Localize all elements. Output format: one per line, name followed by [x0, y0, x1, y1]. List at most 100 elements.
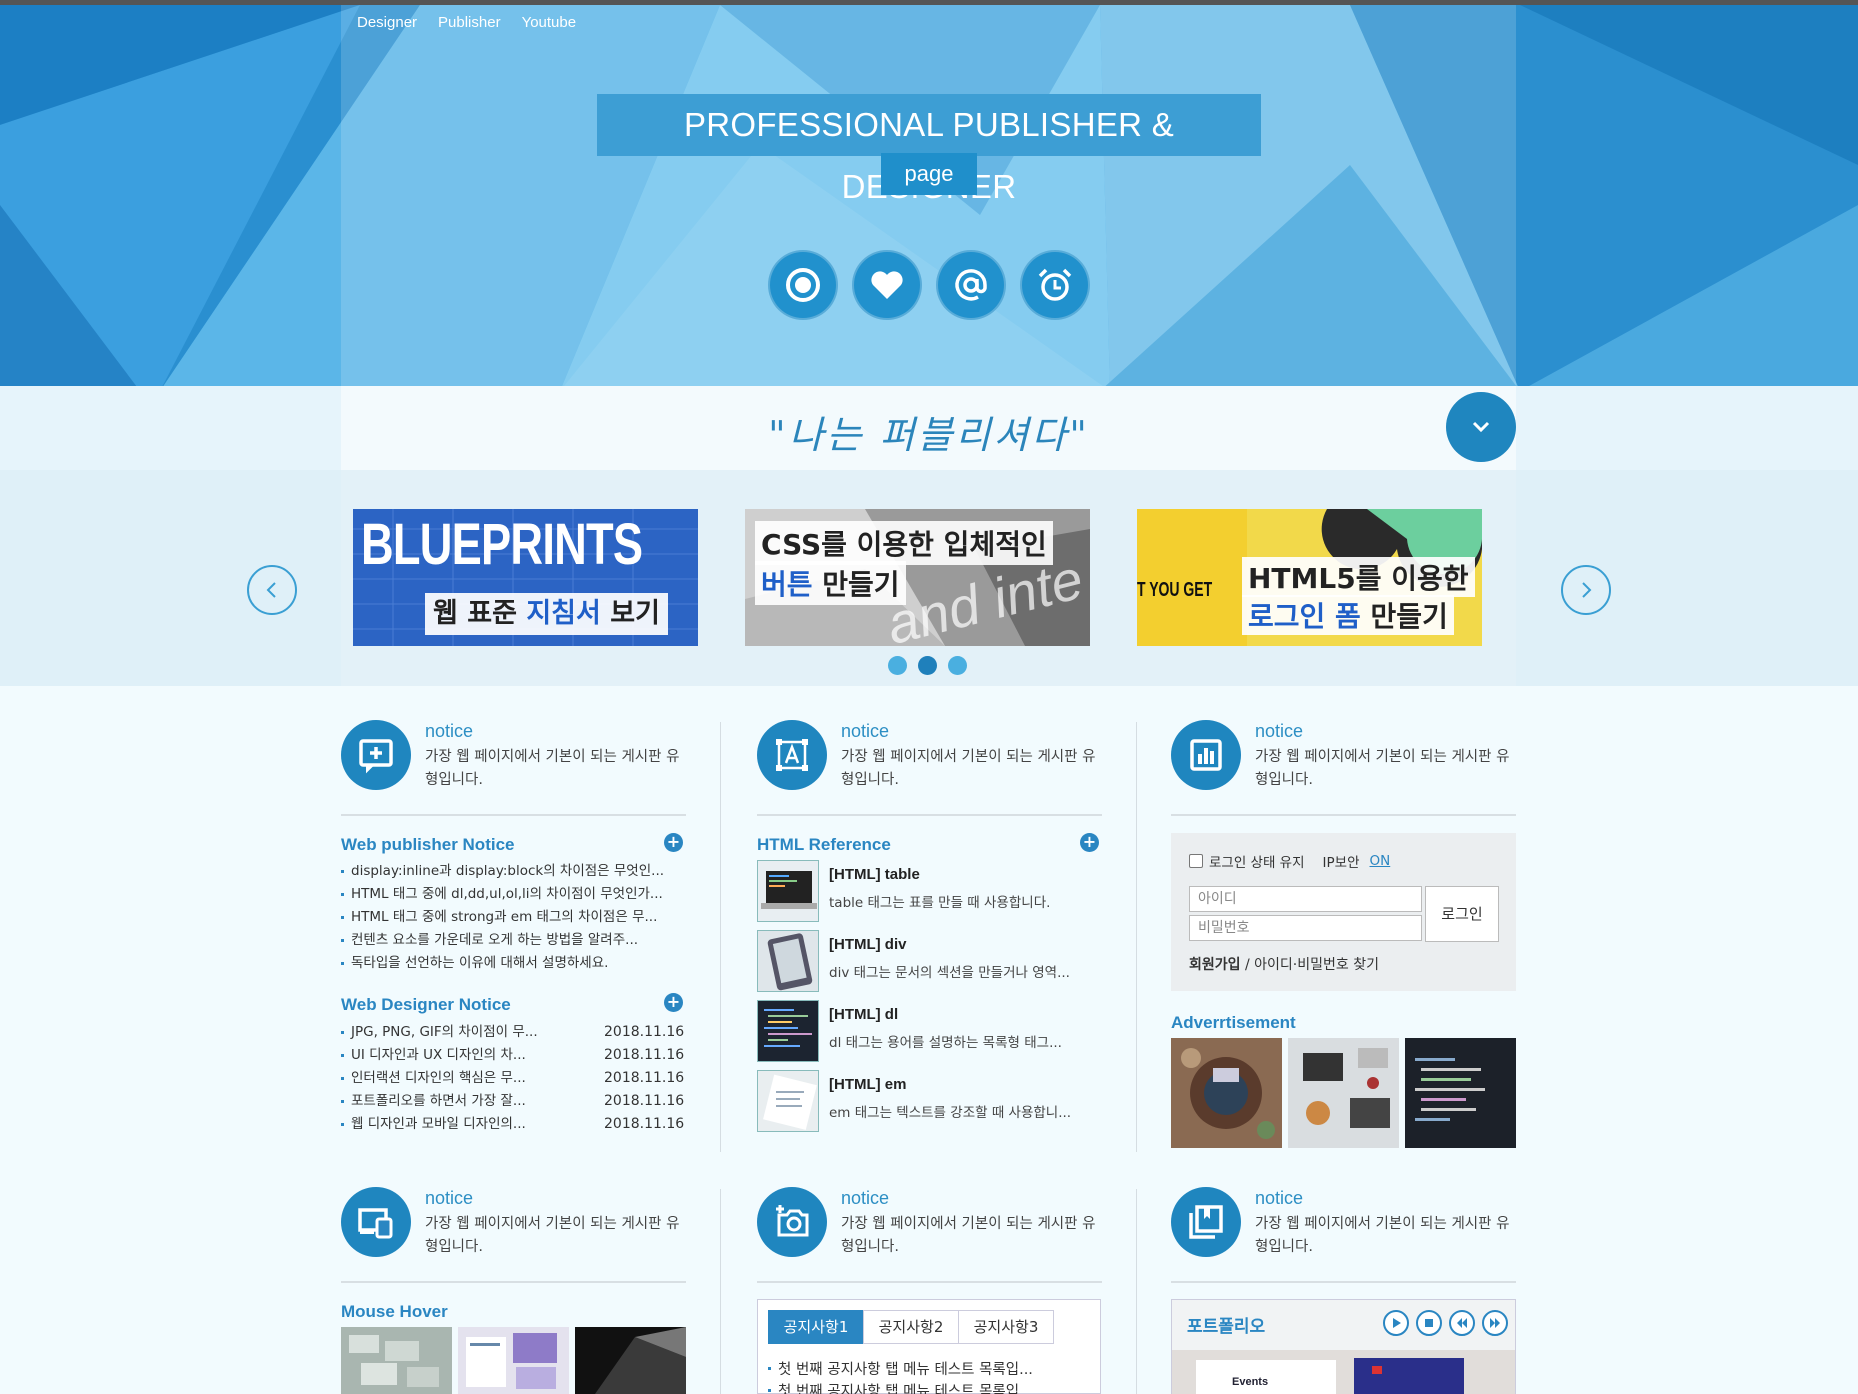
hover-image-1[interactable] [341, 1327, 452, 1394]
scroll-down-button[interactable] [1446, 392, 1516, 462]
hero-title: PROFESSIONAL PUBLISHER & DESIGNER [597, 94, 1261, 205]
notice-card[interactable]: notice 가장 웹 페이지에서 기본이 되는 게시판 유형입니다. [1171, 1185, 1516, 1283]
chevron-left-icon [266, 582, 276, 598]
keep-login-checkbox[interactable] [1189, 854, 1203, 868]
nav-youtube[interactable]: Youtube [522, 14, 577, 31]
login-links: 회원가입 / 아이디·비밀번호 찾기 [1189, 954, 1379, 974]
tab-list-item[interactable]: 첫 번째 공지사항 탭 메뉴 테스트 목록입... [768, 1358, 1033, 1379]
notice-desc: 가장 웹 페이지에서 기본이 되는 게시판 유형입니다. [841, 1216, 1096, 1255]
reference-title: [HTML] dl [829, 1006, 899, 1023]
portfolio-preview[interactable]: Events [1172, 1350, 1515, 1394]
reference-item[interactable]: [HTML] em em 태그는 텍스트를 강조할 때 사용합니... [757, 1070, 1102, 1132]
column-divider [720, 1189, 721, 1394]
slide-css-button[interactable]: and inte CSS를 이용한 입체적인 버튼 만들기 [745, 509, 1090, 646]
list-item[interactable]: UI 디자인과 UX 디자인의 차... 2018.11.16 [341, 1044, 686, 1067]
publisher-notice-title[interactable]: Web publisher Notice [341, 835, 515, 855]
reference-item[interactable]: [HTML] dl dl 태그는 용어를 설명하는 목록형 태그... [757, 1000, 1102, 1062]
caption-part: 만들기 [812, 568, 900, 601]
text-frame-icon [757, 720, 827, 790]
slide-html5-login[interactable]: T YOU GET HTML5를 이용한 로그인 폼 만들기 [1137, 509, 1482, 646]
list-item[interactable]: JPG, PNG, GIF의 차이점이 무... 2018.11.16 [341, 1021, 686, 1044]
notice-card[interactable]: notice 가장 웹 페이지에서 기본이 되는 게시판 유형입니다. [341, 1185, 686, 1283]
chevron-down-icon [1472, 421, 1490, 433]
hover-image-3[interactable] [575, 1327, 686, 1394]
caption-part: 웹 표준 [433, 598, 527, 629]
ad-image-2[interactable] [1288, 1038, 1399, 1148]
id-input[interactable]: 아이디 [1189, 886, 1422, 912]
tab-notice-1[interactable]: 공지사항1 [768, 1310, 864, 1344]
slider-dot-1[interactable] [888, 656, 907, 675]
ip-security-toggle[interactable]: ON [1370, 853, 1391, 869]
notice-card[interactable]: notice 가장 웹 페이지에서 기본이 되는 게시판 유형입니다. [1171, 718, 1516, 816]
html-reference-title[interactable]: HTML Reference [757, 835, 891, 855]
slide-blueprints[interactable]: BLUEPRINTS 웹 표준 지침서 보기 [353, 509, 698, 646]
list-item[interactable]: 포트폴리오를 하면서 가장 잘... 2018.11.16 [341, 1090, 686, 1113]
prev-icon[interactable] [1449, 1310, 1475, 1336]
list-item[interactable]: 독타입을 선언하는 이유에 대해서 설명하세요. [341, 952, 664, 975]
advertisement-title: Adverrtisement [1171, 1013, 1296, 1032]
notice-card[interactable]: notice 가장 웹 페이지에서 기본이 되는 게시판 유형입니다. [757, 1185, 1102, 1283]
designer-notice-more-icon[interactable]: + [664, 993, 683, 1012]
find-account-link[interactable]: 아이디·비밀번호 찾기 [1254, 957, 1379, 973]
reference-title: [HTML] em [829, 1076, 907, 1093]
notice-card[interactable]: notice 가장 웹 페이지에서 기본이 되는 게시판 유형입니다. [757, 718, 1102, 816]
list-item[interactable]: 인터랙션 디자인의 핵심은 무... 2018.11.16 [341, 1067, 686, 1090]
target-icon[interactable] [768, 250, 838, 320]
list-item[interactable]: HTML 태그 중에 strong과 em 태그의 차이점은 무... [341, 906, 664, 929]
link-separator: / [1240, 957, 1255, 973]
item-date: 2018.11.16 [604, 1024, 685, 1040]
slider-dot-2[interactable] [918, 656, 937, 675]
reference-title: [HTML] div [829, 936, 907, 953]
publisher-notice-more-icon[interactable]: + [664, 833, 683, 852]
reference-item[interactable]: [HTML] table table 태그는 표를 만들 때 사용합니다. [757, 860, 1102, 922]
nav-publisher[interactable]: Publisher [438, 14, 501, 31]
caption-highlight: 버튼 [761, 568, 813, 601]
add-comment-icon [341, 720, 411, 790]
password-input[interactable]: 비밀번호 [1189, 915, 1422, 941]
slider-dot-3[interactable] [948, 656, 967, 675]
notice-title: notice [425, 1188, 474, 1208]
tab-notice-3[interactable]: 공지사항3 [958, 1310, 1054, 1344]
ad-image-1[interactable] [1171, 1038, 1282, 1148]
slider-next-button[interactable] [1561, 565, 1611, 615]
next-icon[interactable] [1482, 1310, 1508, 1336]
designer-notice-title[interactable]: Web Designer Notice [341, 995, 511, 1015]
ad-image-3[interactable] [1405, 1038, 1516, 1148]
stop-icon[interactable] [1416, 1310, 1442, 1336]
portfolio-controls [1383, 1310, 1508, 1336]
notice-card[interactable]: notice 가장 웹 페이지에서 기본이 되는 게시판 유형입니다. [341, 718, 686, 816]
mouse-hover-title: Mouse Hover [341, 1302, 448, 1321]
slider-prev-button[interactable] [247, 565, 297, 615]
list-item[interactable]: 컨텐츠 요소를 가운데로 오게 하는 방법을 알려주... [341, 929, 664, 952]
slogan-bar: "나는 퍼블리셔다" [0, 386, 1858, 470]
tab-notice-2[interactable]: 공지사항2 [863, 1310, 959, 1344]
login-box: 로그인 상태 유지 IP보안 ON 아이디 비밀번호 로그인 회원가입 / 아이… [1171, 833, 1516, 991]
play-icon[interactable] [1383, 1310, 1409, 1336]
at-icon[interactable] [936, 250, 1006, 320]
notice-tabs: 공지사항1 공지사항2 공지사항3 첫 번째 공지사항 탭 메뉴 테스트 목록입… [757, 1299, 1101, 1394]
chevron-right-icon [1582, 582, 1592, 598]
tab-list-item[interactable]: 첫 번째 공지사항 탭 메뉴 테스트 목록입... [768, 1380, 1033, 1394]
nav-designer[interactable]: Designer [357, 14, 417, 31]
list-item[interactable]: 웹 디자인과 모바일 디자인의... 2018.11.16 [341, 1113, 686, 1136]
login-button[interactable]: 로그인 [1425, 886, 1499, 942]
reference-desc: em 태그는 텍스트를 강조할 때 사용합니... [829, 1105, 1072, 1121]
slide-2-line1: CSS를 이용한 입체적인 [755, 521, 1053, 565]
slider-pagination [888, 656, 967, 675]
hover-image-2[interactable] [458, 1327, 569, 1394]
alarm-clock-icon[interactable] [1020, 250, 1090, 320]
signup-link[interactable]: 회원가입 [1189, 957, 1241, 973]
bar-chart-icon [1171, 720, 1241, 790]
html-reference-more-icon[interactable]: + [1080, 833, 1099, 852]
reference-item[interactable]: [HTML] div div 태그는 문서의 섹션을 만들거나 영역... [757, 930, 1102, 992]
item-date: 2018.11.16 [604, 1047, 685, 1063]
list-item[interactable]: HTML 태그 중에 dl,dd,ul,ol,li의 차이점이 무엇인가... [341, 883, 664, 906]
heart-icon[interactable] [852, 250, 922, 320]
list-item[interactable]: display:inline과 display:block의 차이점은 무엇인.… [341, 860, 664, 883]
notice-desc: 가장 웹 페이지에서 기본이 되는 게시판 유형입니다. [1255, 749, 1510, 788]
caption-part: 만들기 [1360, 600, 1448, 633]
column-divider [1136, 722, 1137, 1152]
preview-events-label: Events [1232, 1376, 1269, 1388]
devices-icon [341, 1187, 411, 1257]
add-camera-icon [757, 1187, 827, 1257]
